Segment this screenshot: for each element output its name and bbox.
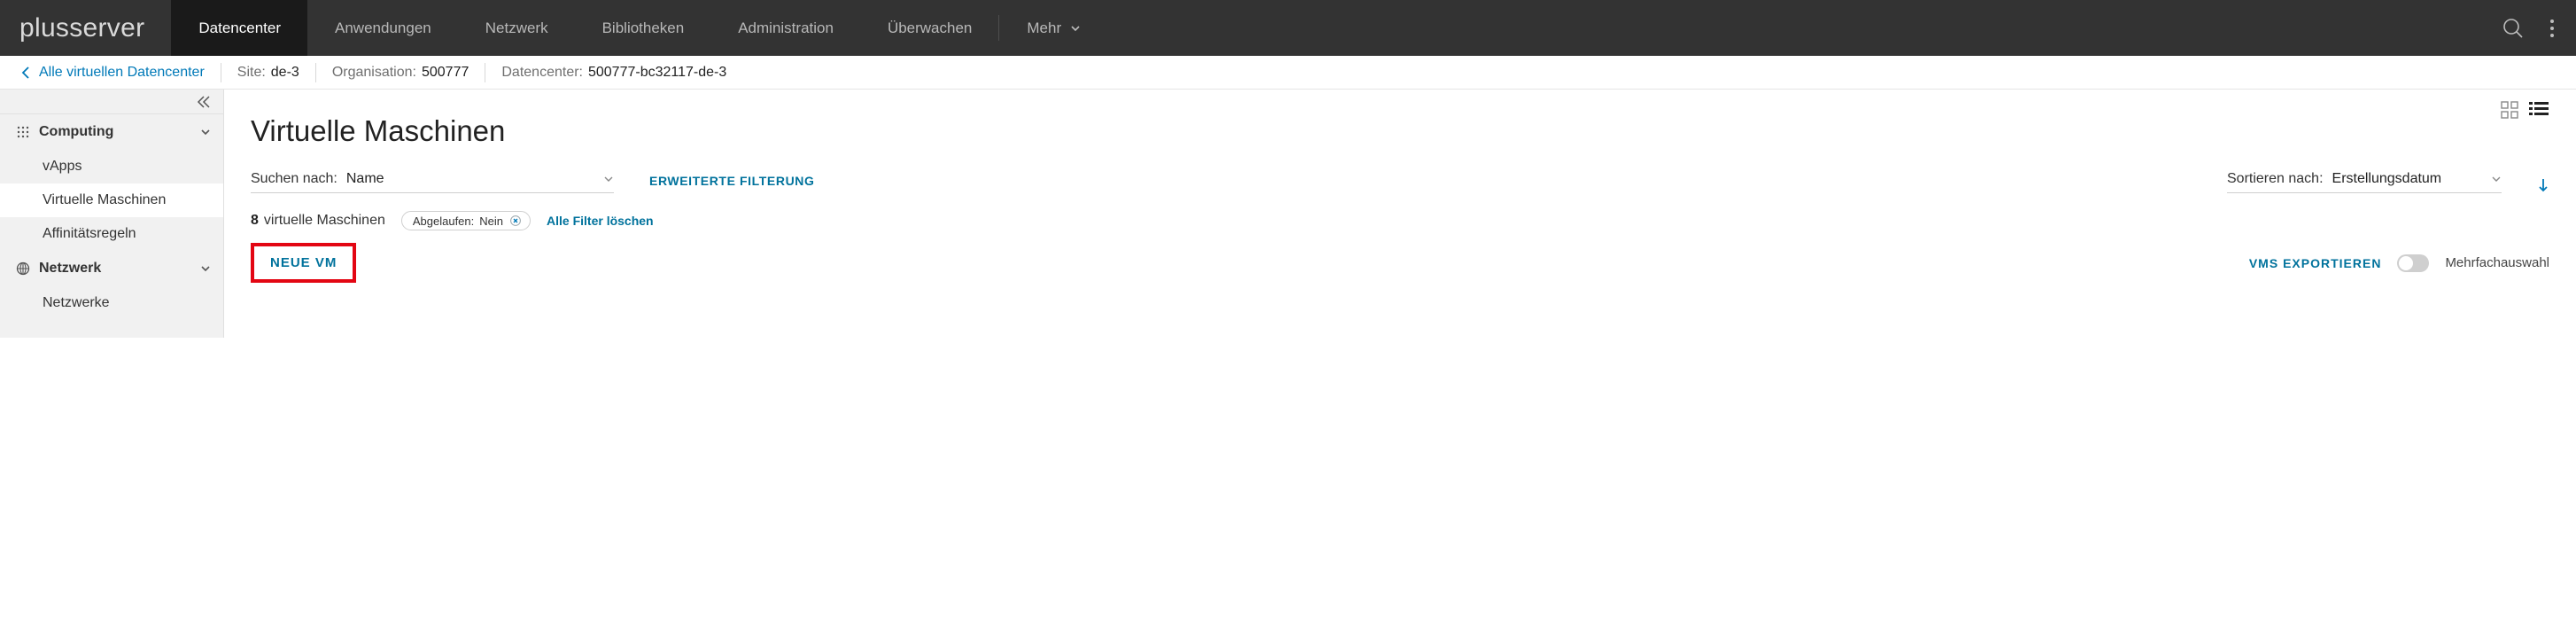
sidebar-item-networks[interactable]: Netzwerke	[0, 286, 223, 320]
page-title: Virtuelle Maschinen	[251, 114, 2549, 148]
filter-row: Suchen nach: Name ERWEITERTE FILTERUNG S…	[251, 171, 2549, 193]
action-row-right: VMS EXPORTIEREN Mehrfachauswahl	[2249, 254, 2549, 272]
arrow-down-icon	[2537, 177, 2549, 193]
main-area: Computing vApps Virtuelle Maschinen Affi…	[0, 90, 2576, 338]
nav-tab-datacenter[interactable]: Datencenter	[171, 0, 307, 56]
breadcrumb-back-label: Alle virtuellen Datencenter	[39, 65, 205, 81]
list-view-icon[interactable]	[2528, 100, 2549, 120]
breadcrumb-bar: Alle virtuellen Datencenter Site:de-3 Or…	[0, 56, 2576, 90]
nav-tab-network[interactable]: Netzwerk	[458, 0, 575, 56]
chevron-left-icon	[21, 66, 30, 79]
nav-tab-administration[interactable]: Administration	[710, 0, 860, 56]
count-row: 8 virtuelle Maschinen Abgelaufen: Nein A…	[251, 211, 2549, 230]
double-chevron-left-icon	[197, 96, 211, 108]
sidebar-collapse-button[interactable]	[0, 90, 223, 114]
content-area: Virtuelle Maschinen Suchen nach: Name ER…	[224, 90, 2576, 338]
sidebar-section-network-label: Netzwerk	[39, 261, 191, 277]
chevron-down-icon	[603, 174, 614, 184]
sort-by-value: Erstellungsdatum	[2332, 171, 2442, 187]
top-navbar: plusserver Datencenter Anwendungen Netzw…	[0, 0, 2576, 56]
search-by-value: Name	[346, 171, 408, 187]
grid-icon	[16, 125, 30, 139]
close-icon	[510, 215, 521, 226]
search-by-select[interactable]: Suchen nach: Name	[251, 171, 614, 193]
sidebar-section-network[interactable]: Netzwerk	[0, 251, 223, 286]
filter-chip-value: Nein	[479, 214, 503, 228]
sort-direction-button[interactable]	[2537, 177, 2549, 193]
search-by-label: Suchen nach:	[251, 171, 338, 187]
multi-select-toggle[interactable]	[2397, 254, 2429, 272]
chevron-down-icon	[200, 127, 211, 137]
breadcrumb-org: Organisation:500777	[332, 65, 469, 81]
globe-icon	[16, 261, 30, 276]
nav-tab-monitor[interactable]: Überwachen	[860, 0, 998, 56]
vm-count: 8	[251, 213, 259, 229]
export-vms-button[interactable]: VMS EXPORTIEREN	[2249, 256, 2382, 270]
filter-chip-key: Abgelaufen:	[413, 214, 474, 228]
nav-tabs: Datencenter Anwendungen Netzwerk Bibliot…	[171, 0, 1107, 56]
topbar-actions	[2502, 17, 2576, 40]
brand-logo: plusserver	[0, 13, 171, 43]
sort-by-label: Sortieren nach:	[2227, 171, 2324, 187]
action-row: NEUE VM VMS EXPORTIEREN Mehrfachauswahl	[251, 243, 2549, 283]
breadcrumb-separator	[315, 63, 316, 82]
nav-tab-libraries[interactable]: Bibliotheken	[575, 0, 711, 56]
filter-chip-remove-button[interactable]	[508, 214, 523, 228]
nav-tab-applications[interactable]: Anwendungen	[307, 0, 458, 56]
new-vm-button[interactable]: NEUE VM	[251, 243, 356, 283]
clear-filters-link[interactable]: Alle Filter löschen	[547, 214, 654, 228]
sidebar-item-vapps[interactable]: vApps	[0, 150, 223, 183]
sidebar-item-affinity-rules[interactable]: Affinitätsregeln	[0, 217, 223, 251]
breadcrumb-site: Site:de-3	[237, 65, 299, 81]
nav-more-label: Mehr	[1027, 20, 1061, 37]
sidebar-section-computing[interactable]: Computing	[0, 114, 223, 150]
multi-select-label: Mehrfachauswahl	[2445, 255, 2549, 270]
filter-chip-expired: Abgelaufen: Nein	[401, 211, 531, 230]
chevron-down-icon	[2491, 174, 2502, 184]
chevron-down-icon	[200, 263, 211, 274]
search-icon[interactable]	[2502, 17, 2525, 40]
vm-count-label: virtuelle Maschinen	[264, 213, 385, 229]
more-vert-icon[interactable]	[2549, 18, 2555, 39]
sidebar: Computing vApps Virtuelle Maschinen Affi…	[0, 90, 224, 338]
sidebar-section-computing-label: Computing	[39, 124, 191, 140]
grid-view-icon[interactable]	[2500, 100, 2519, 120]
nav-tab-more[interactable]: Mehr	[999, 0, 1107, 56]
sort-by-select[interactable]: Sortieren nach: Erstellungsdatum	[2227, 171, 2502, 193]
breadcrumb-datacenter: Datencenter:500777-bc32117-de-3	[501, 65, 726, 81]
breadcrumb-back-link[interactable]: Alle virtuellen Datencenter	[21, 65, 205, 81]
sidebar-item-virtual-machines[interactable]: Virtuelle Maschinen	[0, 183, 223, 217]
chevron-down-icon	[1070, 23, 1081, 34]
view-toggle	[2500, 100, 2549, 120]
advanced-filter-link[interactable]: ERWEITERTE FILTERUNG	[649, 174, 814, 193]
